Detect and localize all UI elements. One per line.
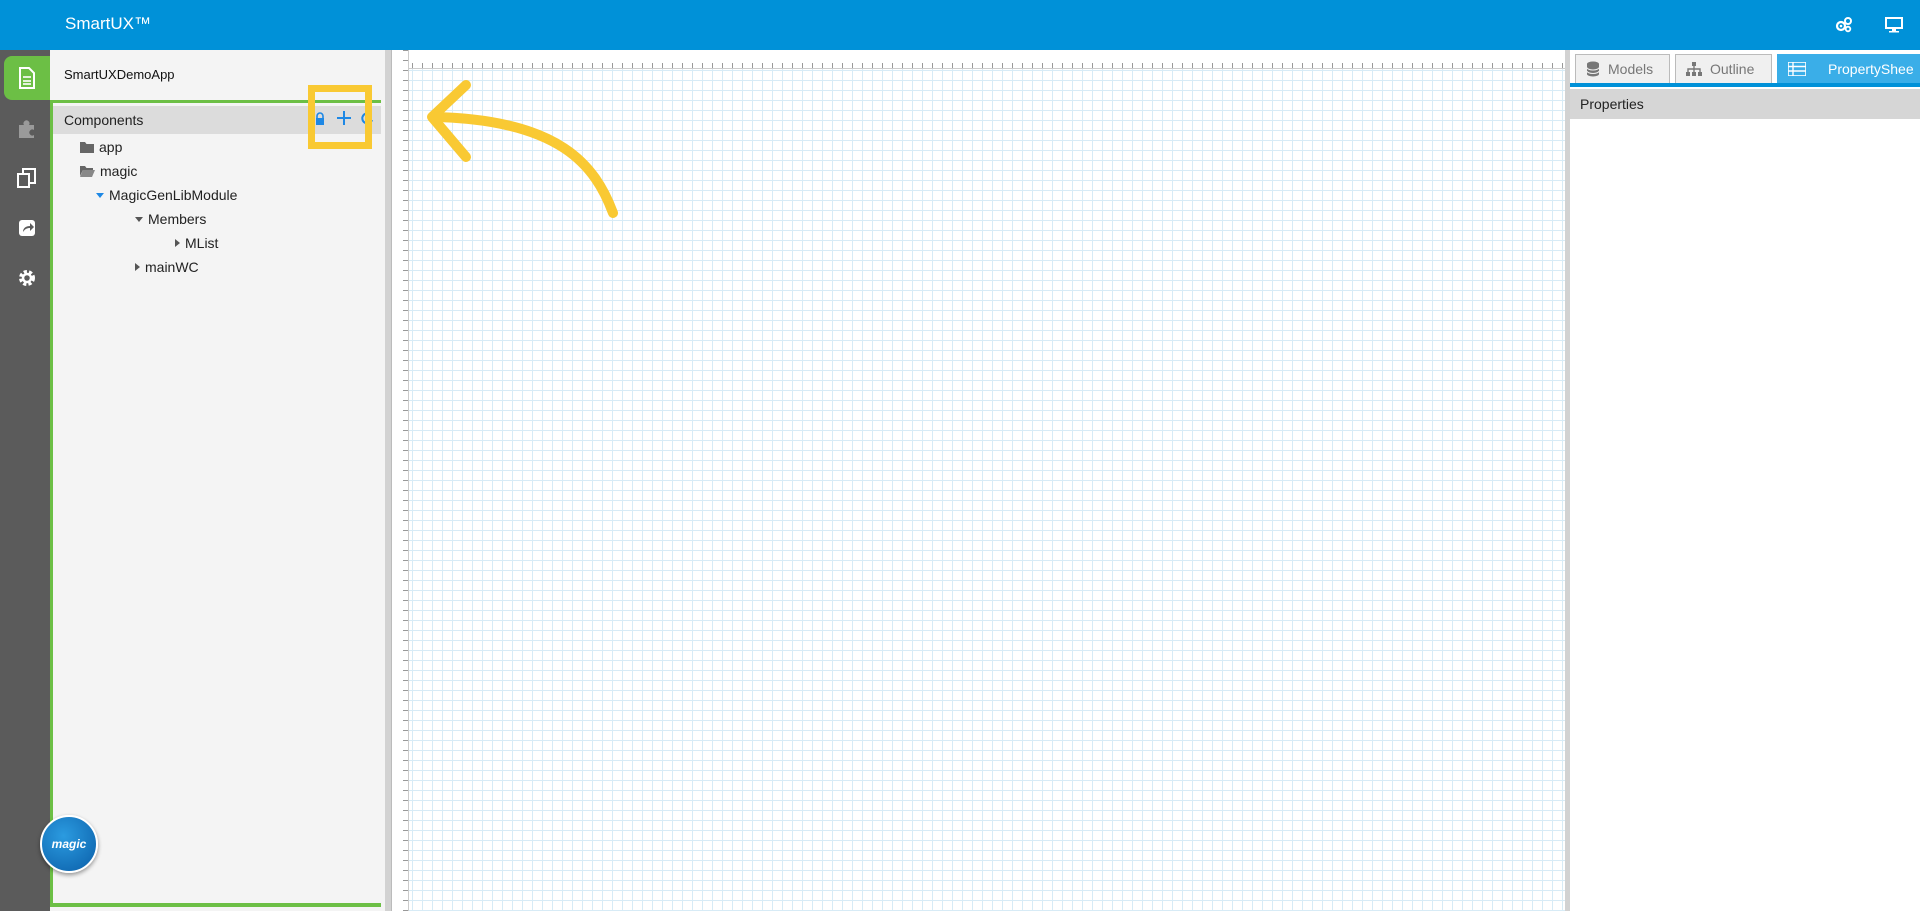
document-icon — [19, 67, 35, 89]
list-icon — [1788, 62, 1806, 76]
tree-item-label: Members — [148, 211, 207, 227]
caret-down-icon — [135, 216, 143, 222]
nav-settings[interactable] — [4, 256, 50, 300]
tree-item-mainwc[interactable]: mainWC — [135, 259, 199, 275]
folder-open-icon — [80, 166, 95, 177]
caret-down-icon — [96, 192, 104, 198]
monitor-icon[interactable] — [1882, 13, 1906, 37]
copy-pages-icon — [17, 168, 36, 188]
tab-label: Outline — [1710, 61, 1755, 77]
tree-item-magicgenlibmodule[interactable]: MagicGenLibModule — [96, 187, 237, 203]
tab-models[interactable]: Models — [1575, 54, 1670, 84]
left-splitter[interactable] — [385, 50, 392, 911]
magic-logo: magic — [40, 815, 98, 873]
app-title: SmartUX™ — [65, 14, 151, 33]
share-icon — [19, 220, 35, 236]
tree-item-label: MagicGenLibModule — [109, 187, 238, 203]
app-name: SmartUXDemoApp — [64, 67, 175, 82]
properties-title: Properties — [1580, 96, 1644, 112]
caret-right-icon — [175, 239, 180, 247]
tree-item-magic[interactable]: magic — [80, 163, 137, 179]
highlight-box — [308, 85, 372, 149]
top-bar — [0, 0, 1920, 50]
nav-share[interactable] — [4, 206, 50, 250]
caret-right-icon — [135, 263, 140, 271]
database-icon — [1586, 61, 1600, 77]
tree-item-members[interactable]: Members — [135, 211, 206, 227]
nav-document[interactable] — [4, 56, 50, 100]
tree-item-mlist[interactable]: MList — [175, 235, 218, 251]
nav-copy[interactable] — [4, 156, 50, 200]
tab-outline[interactable]: Outline — [1675, 54, 1772, 84]
tab-propertysheet[interactable]: PropertyShee — [1777, 54, 1920, 84]
settings-cogs-icon[interactable] — [1832, 13, 1856, 37]
tree-item-app[interactable]: app — [80, 139, 122, 155]
ruler-left — [392, 50, 409, 911]
annotation-arrow — [427, 80, 618, 218]
tab-label: Models — [1608, 61, 1654, 77]
gear-icon — [19, 270, 35, 286]
components-frame — [50, 100, 381, 907]
tab-label: PropertyShee — [1828, 61, 1914, 77]
tree-item-label: mainWC — [145, 259, 199, 275]
components-title: Components — [64, 112, 144, 128]
tree-item-label: MList — [185, 235, 219, 251]
puzzle-icon — [19, 120, 34, 138]
nav-puzzle[interactable] — [4, 106, 50, 150]
tab-underline — [1570, 83, 1920, 87]
tree-item-label: magic — [100, 163, 138, 179]
sitemap-icon — [1686, 62, 1702, 76]
properties-panel — [1570, 50, 1920, 911]
ruler-top — [392, 50, 1565, 69]
tree-item-label: app — [99, 139, 123, 155]
folder-closed-icon — [80, 142, 94, 153]
